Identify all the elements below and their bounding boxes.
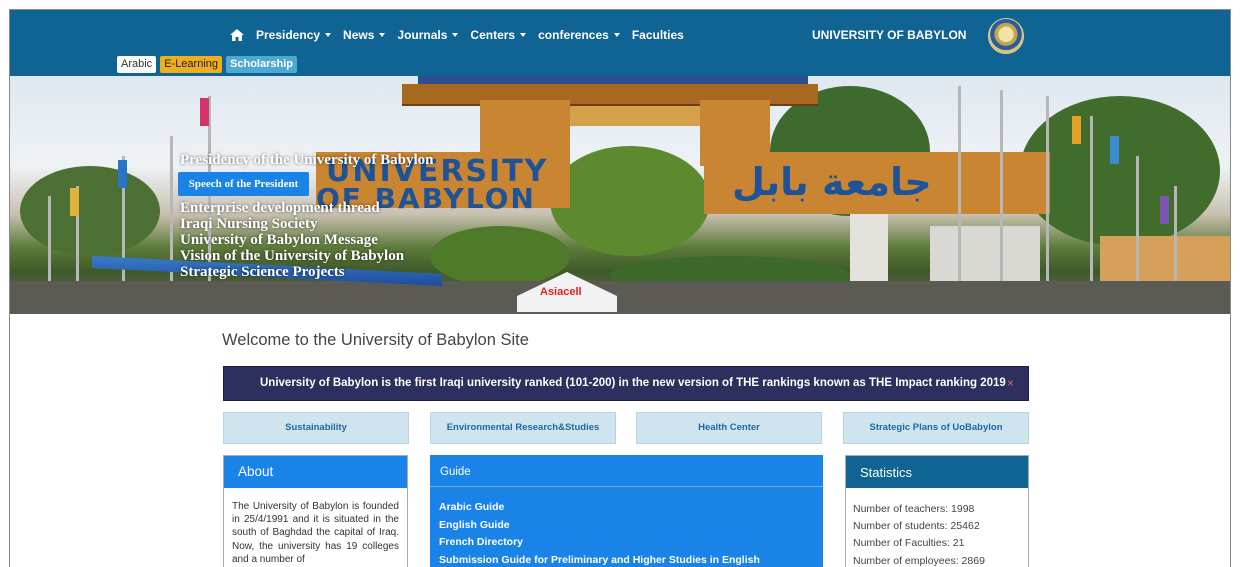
flag-pole (1090, 116, 1093, 286)
chevron-down-icon (379, 33, 386, 37)
elearning-link[interactable]: E-Learning (160, 56, 223, 73)
ground (10, 281, 1230, 314)
guide-title: Guide (430, 455, 823, 487)
tile-sustainability[interactable]: Sustainability (223, 412, 409, 444)
nav-presidency-label: Presidency (256, 28, 321, 42)
university-title[interactable]: UNIVERSITY OF BABYLON (812, 28, 966, 42)
palm-tree (430, 226, 570, 286)
gate-arch (570, 106, 700, 126)
main-nav: Presidency News Journals Centers confere… (230, 28, 696, 42)
tent-label: Asiacell (540, 286, 582, 298)
gate-pillar (850, 214, 888, 284)
announcement-bar: University of Babylon is the first Iraqi… (223, 366, 1029, 401)
nav-centers[interactable]: Centers (470, 28, 527, 42)
slide-link-vision[interactable]: Vision of the University of Babylon (180, 248, 404, 265)
chevron-down-icon (520, 33, 527, 37)
flag-pole (1046, 96, 1049, 286)
statistics-title: Statistics (846, 456, 1028, 488)
flag (1110, 136, 1119, 164)
guide-link-english[interactable]: English Guide (439, 517, 823, 535)
stat-faculties: Number of Faculties: 21 (853, 537, 965, 550)
quick-tiles: Sustainability Environmental Research&St… (223, 412, 1029, 444)
nav-news[interactable]: News (343, 28, 386, 42)
stat-teachers: Number of teachers: 1998 (853, 503, 975, 515)
slide-link-presidency[interactable]: Presidency of the University of Babylon (180, 152, 433, 169)
statistics-list: Number of teachers: 1998 Number of stude… (846, 488, 1028, 567)
tree-shape (20, 166, 160, 256)
chevron-down-icon (325, 33, 332, 37)
tile-strategic-plans[interactable]: Strategic Plans of UoBabylon (843, 412, 1029, 444)
slide-link-enterprise[interactable]: Enterprise development thread (180, 200, 380, 217)
guide-link-arabic[interactable]: Arabic Guide (439, 499, 823, 517)
flag (70, 188, 79, 216)
guide-list: Arabic Guide English Guide French Direct… (430, 487, 823, 567)
guide-link-french[interactable]: French Directory (439, 534, 823, 552)
flag (200, 98, 209, 126)
slide-link-message[interactable]: University of Babylon Message (180, 232, 378, 249)
guide-panel: Guide Arabic Guide English Guide French … (430, 455, 823, 567)
flag (118, 160, 127, 188)
tree-shape (1020, 96, 1220, 246)
about-panel: About The University of Babylon is found… (223, 455, 408, 567)
stat-employees: Number of employees: 2869 (853, 554, 985, 567)
flag (1160, 196, 1169, 224)
university-logo[interactable] (988, 18, 1024, 54)
arabic-link[interactable]: Arabic (117, 56, 157, 73)
flag-pole (958, 86, 961, 286)
slide-link-nursing[interactable]: Iraqi Nursing Society (180, 216, 318, 233)
nav-news-label: News (343, 28, 375, 42)
browser-viewport: Presidency News Journals Centers confere… (9, 9, 1231, 567)
chevron-down-icon (452, 33, 459, 37)
brick-wall (1100, 236, 1230, 284)
slide-link-projects[interactable]: Strategic Science Projects (180, 264, 345, 281)
nav-faculties-label: Faculties (631, 28, 684, 42)
nav-centers-label: Centers (470, 28, 516, 42)
nav-conferences-label: conferences (538, 28, 609, 42)
tile-environmental-research[interactable]: Environmental Research&Studies (430, 412, 616, 444)
about-title: About (224, 456, 407, 488)
announcement-text[interactable]: University of Babylon is the first Iraqi… (260, 377, 1006, 389)
quick-links: Arabic E-Learning Scholarship (117, 56, 297, 73)
top-navbar: Presidency News Journals Centers confere… (10, 10, 1230, 76)
nav-journals-label: Journals (397, 28, 448, 42)
chevron-down-icon (613, 33, 620, 37)
statistics-panel: Statistics Number of teachers: 1998 Numb… (845, 455, 1029, 567)
stat-students: Number of students: 25462 (853, 520, 980, 533)
nav-faculties[interactable]: Faculties (632, 28, 684, 42)
flag-pole (1000, 90, 1003, 286)
tile-health-center[interactable]: Health Center (636, 412, 822, 444)
nav-journals[interactable]: Journals (397, 28, 459, 42)
flag-pole (1136, 156, 1139, 286)
nav-conferences[interactable]: conferences (538, 28, 620, 42)
palm-tree (550, 146, 710, 256)
hero-slider[interactable]: UNIVERSITY OF BABYLON جامعة بابل Asiacel… (10, 76, 1230, 314)
page-title: Welcome to the University of Babylon Sit… (222, 331, 529, 349)
nav-presidency[interactable]: Presidency (256, 28, 332, 42)
close-icon[interactable]: × (1007, 376, 1014, 390)
scholarship-link[interactable]: Scholarship (226, 56, 297, 73)
gate-wall (930, 226, 1040, 284)
flag-pole (1174, 186, 1177, 286)
flag (1072, 116, 1081, 144)
about-text: The University of Babylon is founded in … (232, 501, 399, 565)
gate-sign-arabic-text: جامعة بابل (732, 160, 932, 204)
guide-link-submission[interactable]: Submission Guide for Preliminary and Hig… (439, 552, 823, 567)
speech-of-president-button[interactable]: Speech of the President (178, 172, 309, 196)
home-icon[interactable] (230, 29, 244, 41)
